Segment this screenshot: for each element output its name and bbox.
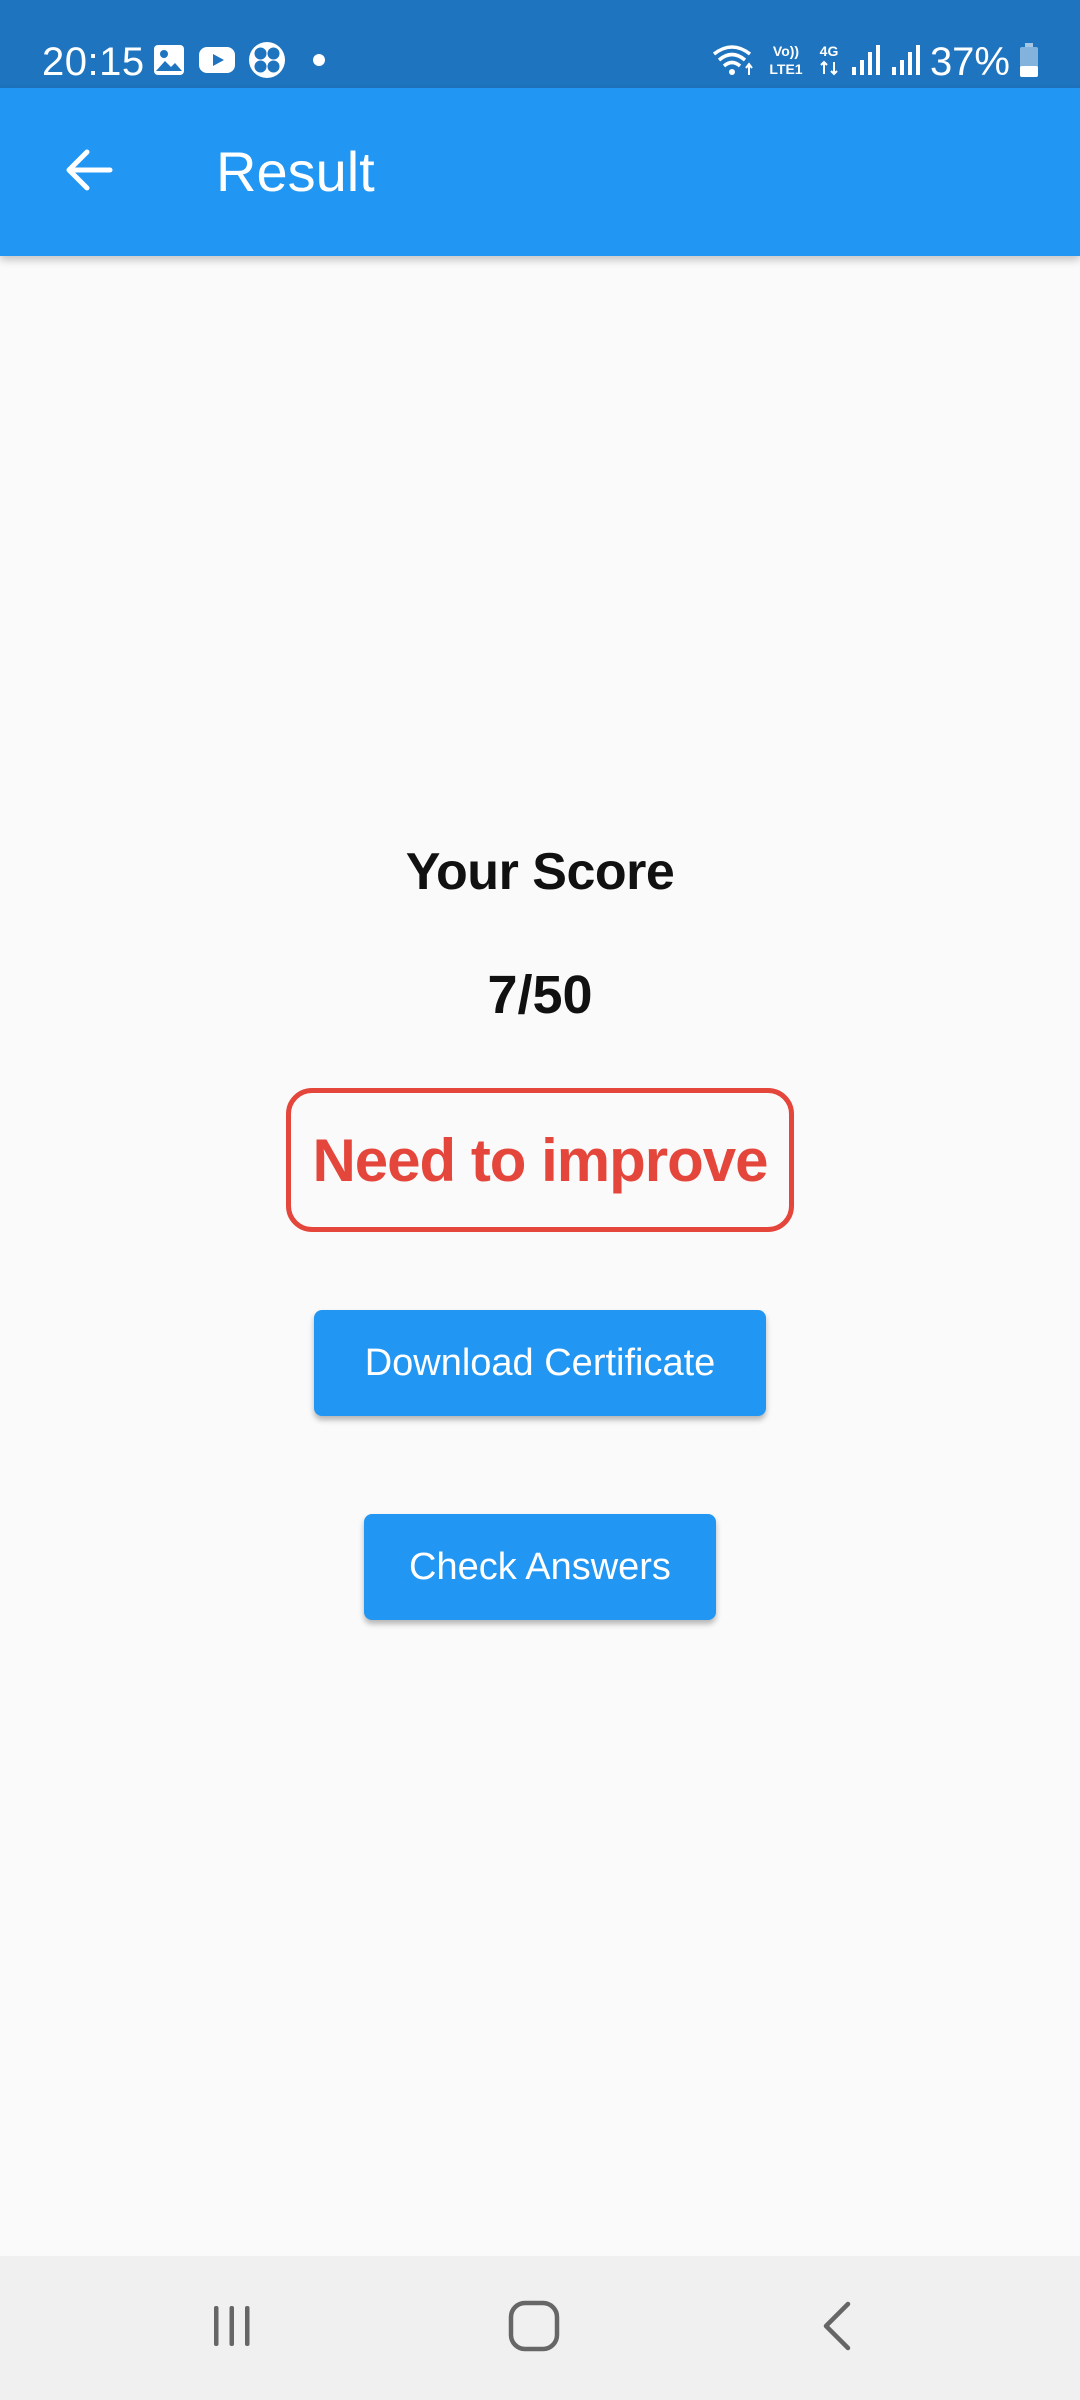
app-bar: Result	[0, 88, 1080, 256]
notification-dot-icon	[312, 53, 326, 72]
youtube-icon	[198, 45, 236, 80]
battery-icon	[1018, 42, 1040, 83]
result-screen: 20:15 Vo)) LTE1 4G 37% Result Your Score…	[0, 0, 1080, 2400]
signal-sim1-icon	[850, 43, 882, 82]
status-system-icons: Vo)) LTE1 4G 37%	[712, 38, 1040, 86]
score-value: 7/50	[487, 965, 593, 1025]
wifi-icon	[712, 42, 756, 83]
gallery-icon	[152, 43, 186, 82]
back-chevron-icon	[812, 2300, 864, 2357]
signal-sim2-icon	[890, 43, 922, 82]
nav-back-button[interactable]	[778, 2284, 898, 2372]
feedback-text: Need to improve	[312, 1126, 768, 1194]
download-certificate-button[interactable]: Download Certificate	[314, 1310, 766, 1416]
arrow-back-icon	[60, 142, 116, 203]
page-title: Result	[216, 140, 375, 203]
status-notification-icons	[152, 41, 326, 84]
check-answers-button[interactable]: Check Answers	[364, 1514, 716, 1620]
status-bar: 20:15 Vo)) LTE1 4G 37%	[0, 0, 1080, 88]
svg-text:Vo)): Vo))	[773, 43, 799, 59]
recents-button[interactable]	[172, 2284, 292, 2372]
feedback-badge: Need to improve	[286, 1088, 794, 1232]
score-label: Your Score	[405, 843, 675, 901]
status-time: 20:15	[42, 40, 145, 84]
battery-percent: 37%	[929, 40, 1010, 84]
recents-icon	[206, 2300, 258, 2357]
svg-text:4G: 4G	[820, 43, 839, 59]
home-button[interactable]	[474, 2284, 594, 2372]
system-navigation-bar	[0, 2256, 1080, 2400]
volte-icon: Vo)) LTE1	[764, 42, 808, 83]
fan-app-icon	[248, 41, 286, 84]
svg-text:LTE1: LTE1	[769, 61, 802, 77]
home-icon	[506, 2298, 562, 2359]
4g-icon: 4G	[816, 42, 842, 83]
back-button[interactable]	[40, 124, 136, 220]
